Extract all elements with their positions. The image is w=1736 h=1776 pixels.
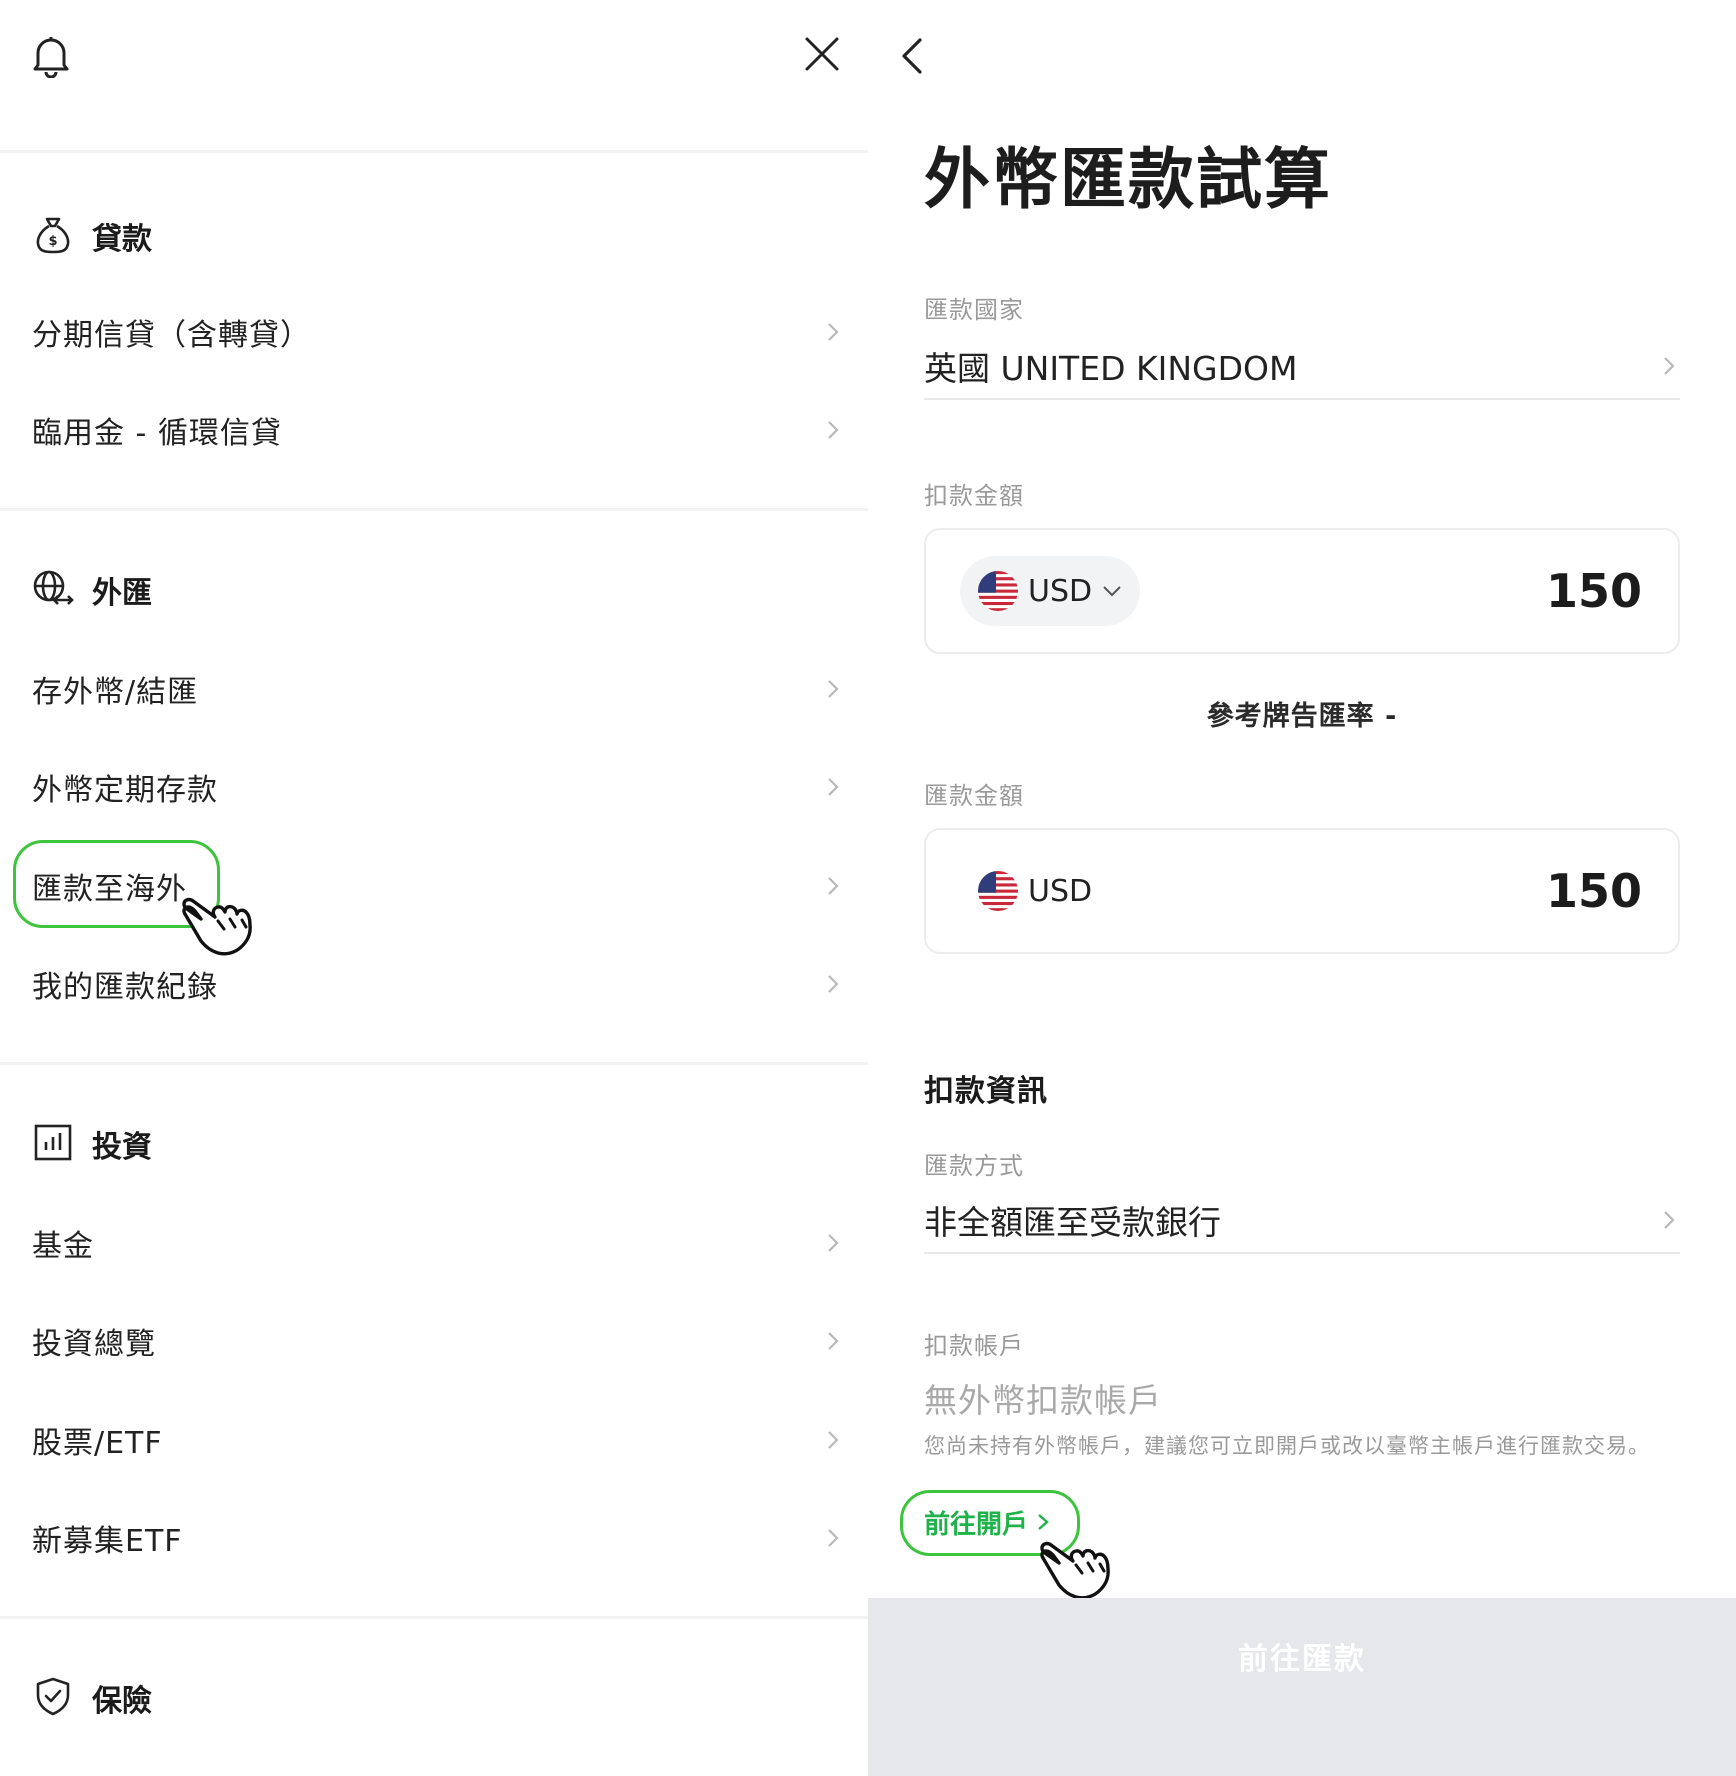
debit-amount-field[interactable]: USD 150: [924, 528, 1680, 654]
submit-remittance-label: 前往匯款: [1238, 1642, 1366, 1677]
back-arrow-icon[interactable]: [898, 36, 926, 80]
chevron-right-icon: [828, 1332, 839, 1350]
debit-account-value: 無外幣扣款帳戶: [924, 1381, 1162, 1420]
menu-item-funds[interactable]: 基金: [32, 1208, 844, 1278]
section-title: 外匯: [92, 576, 152, 611]
chevron-right-icon: [1664, 1211, 1675, 1229]
remit-method-value: 非全額匯至受款銀行: [924, 1203, 1221, 1242]
remit-amount-label: 匯款金額: [924, 782, 1024, 810]
bar-chart-icon: [32, 1121, 74, 1167]
section-title: 貸款: [92, 222, 152, 257]
chevron-right-icon: [828, 1234, 839, 1252]
currency-display: USD: [960, 856, 1110, 926]
debit-amount-label: 扣款金額: [924, 482, 1024, 510]
chevron-right-icon: [828, 778, 839, 796]
menu-item-label: 臨用金 - 循環信貸: [32, 416, 282, 451]
chevron-right-icon: [828, 1431, 839, 1449]
currency-code: USD: [1028, 873, 1093, 909]
menu-item-label: 股票/ETF: [32, 1426, 163, 1461]
section-insurance: 保險: [32, 1670, 152, 1726]
close-icon[interactable]: [804, 36, 840, 76]
us-flag-icon: [978, 871, 1018, 911]
money-bag-icon: $: [32, 213, 74, 259]
menu-item-label: 新募集ETF: [32, 1524, 183, 1559]
side-menu-panel: $ 貸款 分期信貸（含轉貸） 臨用金 - 循環信貸 外匯 存外幣/結匯 外幣定期…: [0, 0, 868, 1776]
chevron-right-icon: [1664, 357, 1675, 375]
remittance-calculator-panel: 外幣匯款試算 匯款國家 英國 UNITED KINGDOM 扣款金額 USD 1…: [868, 0, 1736, 1776]
menu-item-installment-loan[interactable]: 分期信貸（含轉貸）: [32, 297, 844, 367]
menu-item-label: 基金: [32, 1229, 94, 1264]
us-flag-icon: [978, 571, 1018, 611]
chevron-right-icon: [828, 421, 839, 439]
debit-amount-value[interactable]: 150: [1546, 564, 1642, 618]
chevron-right-icon: [828, 1529, 839, 1547]
remit-method-select[interactable]: 非全額匯至受款銀行: [924, 1188, 1680, 1254]
menu-item-remittance-records[interactable]: 我的匯款紀錄: [32, 949, 844, 1019]
country-value: 英國 UNITED KINGDOM: [924, 349, 1298, 388]
menu-item-revolving-credit[interactable]: 臨用金 - 循環信貸: [32, 395, 844, 465]
section-loans: $ 貸款: [32, 208, 152, 264]
shield-icon: [32, 1675, 74, 1721]
divider: [0, 1062, 868, 1065]
section-invest: 投資: [32, 1116, 152, 1172]
remit-method-label: 匯款方式: [924, 1152, 1024, 1180]
menu-item-label: 分期信貸（含轉貸）: [32, 318, 311, 353]
chevron-down-icon: [1103, 586, 1121, 597]
debit-info-heading: 扣款資訊: [924, 1074, 1048, 1109]
menu-item-new-etf[interactable]: 新募集ETF: [32, 1503, 844, 1573]
remit-amount-field[interactable]: USD 150: [924, 828, 1680, 954]
menu-item-investment-overview[interactable]: 投資總覽: [32, 1306, 844, 1376]
menu-item-foreign-time-deposit[interactable]: 外幣定期存款: [32, 752, 844, 822]
bell-icon[interactable]: [30, 34, 72, 82]
country-label: 匯款國家: [924, 296, 1024, 324]
section-title: 保險: [92, 1684, 152, 1719]
section-title: 投資: [92, 1130, 152, 1165]
divider: [0, 508, 868, 511]
country-select[interactable]: 英國 UNITED KINGDOM: [924, 334, 1680, 400]
svg-text:$: $: [48, 234, 57, 249]
chevron-right-icon: [828, 975, 839, 993]
page-title: 外幣匯款試算: [924, 141, 1332, 218]
menu-item-label: 我的匯款紀錄: [32, 970, 218, 1005]
pointing-hand-icon: [1040, 1541, 1110, 1600]
menu-item-stocks-etf[interactable]: 股票/ETF: [32, 1405, 844, 1475]
account-notice: 您尚未持有外幣帳戶，建議您可立即開戶或改以臺幣主帳戶進行匯款交易。: [924, 1434, 1650, 1458]
remit-amount-value[interactable]: 150: [1546, 864, 1642, 918]
reference-rate: 參考牌告匯率 -: [1206, 701, 1398, 732]
menu-item-label: 存外幣/結匯: [32, 675, 199, 710]
menu-item-foreign-deposit[interactable]: 存外幣/結匯: [32, 654, 844, 724]
divider: [0, 1616, 868, 1619]
menu-item-label: 外幣定期存款: [32, 773, 218, 808]
globe-exchange-icon: [32, 567, 74, 613]
section-forex: 外匯: [32, 562, 152, 618]
debit-account-label: 扣款帳戶: [924, 1332, 1024, 1360]
chevron-right-icon: [828, 877, 839, 895]
pointing-hand-icon: [182, 897, 252, 956]
menu-item-label: 投資總覽: [32, 1327, 156, 1362]
chevron-right-icon: [828, 680, 839, 698]
divider: [0, 150, 868, 153]
submit-remittance-button[interactable]: 前往匯款: [868, 1598, 1736, 1776]
currency-code: USD: [1028, 573, 1093, 609]
currency-dropdown[interactable]: USD: [960, 556, 1141, 626]
chevron-right-icon: [828, 323, 839, 341]
